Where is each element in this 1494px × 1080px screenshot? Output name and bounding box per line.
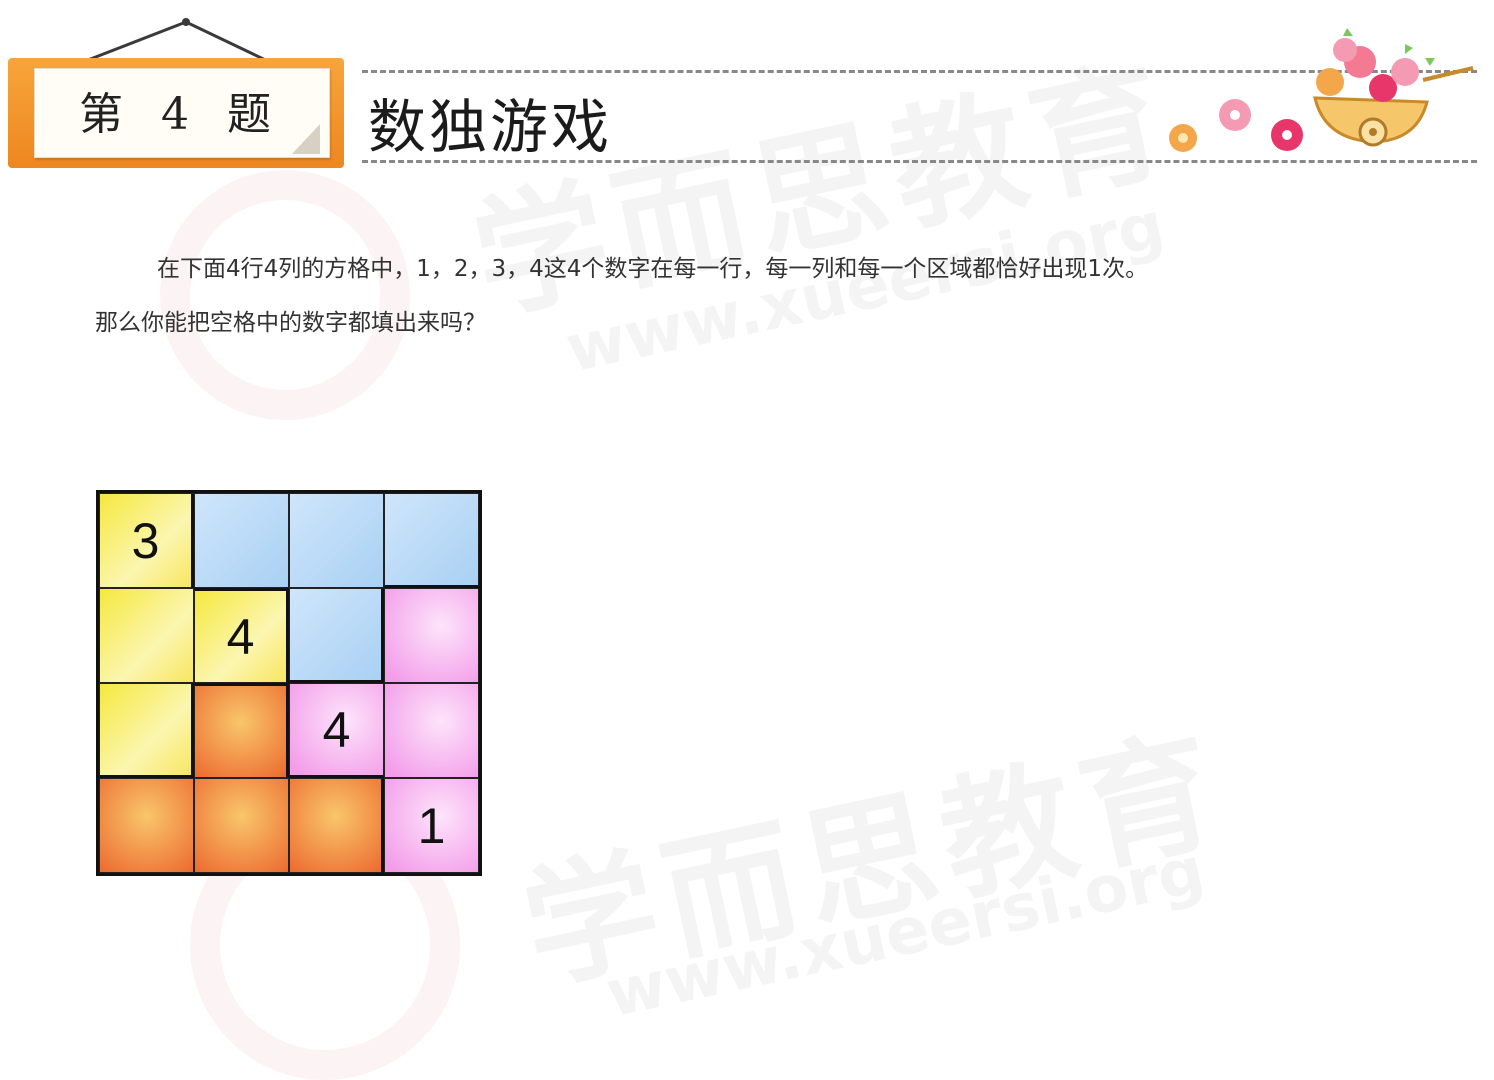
sudoku-cell-r2c2[interactable]: 4 xyxy=(194,588,289,683)
sudoku-cell-r3c3[interactable]: 4 xyxy=(289,683,384,778)
instructions: 在下面4行4列的方格中，1，2，3，4这4个数字在每一行，每一列和每一个区域都恰… xyxy=(95,242,1425,350)
instruction-line-1: 在下面4行4列的方格中，1，2，3，4这4个数字在每一行，每一列和每一个区域都恰… xyxy=(157,256,1149,282)
sudoku-cell-r3c2[interactable] xyxy=(194,683,289,778)
sudoku-cell-r2c1[interactable] xyxy=(99,588,194,683)
question-number: 第 4 题 xyxy=(79,89,283,140)
instruction-line-2: 那么你能把空格中的数字都填出来吗？ xyxy=(95,310,486,336)
sudoku-cell-r4c1[interactable] xyxy=(99,778,194,873)
sudoku-cell-r1c2[interactable] xyxy=(194,493,289,588)
sudoku-grid: 3 4 4 1 xyxy=(96,490,482,876)
sudoku-cell-r2c3[interactable] xyxy=(289,588,384,683)
sudoku-cell-r4c3[interactable] xyxy=(289,778,384,873)
sudoku-cell-r1c3[interactable] xyxy=(289,493,384,588)
sudoku-cell-r3c4[interactable] xyxy=(384,683,479,778)
sudoku-cell-r4c2[interactable] xyxy=(194,778,289,873)
flower-cart-icon xyxy=(1169,28,1474,152)
sudoku-cell-r2c4[interactable] xyxy=(384,588,479,683)
sudoku-cell-r3c1[interactable] xyxy=(99,683,194,778)
page-header: 第 4 题 数独游戏 xyxy=(0,0,1494,210)
sudoku-cell-r1c4[interactable] xyxy=(384,493,479,588)
page-title: 数独游戏 xyxy=(368,93,613,161)
sudoku-cell-r1c1[interactable]: 3 xyxy=(99,493,194,588)
sudoku-cell-r4c4[interactable]: 1 xyxy=(384,778,479,873)
